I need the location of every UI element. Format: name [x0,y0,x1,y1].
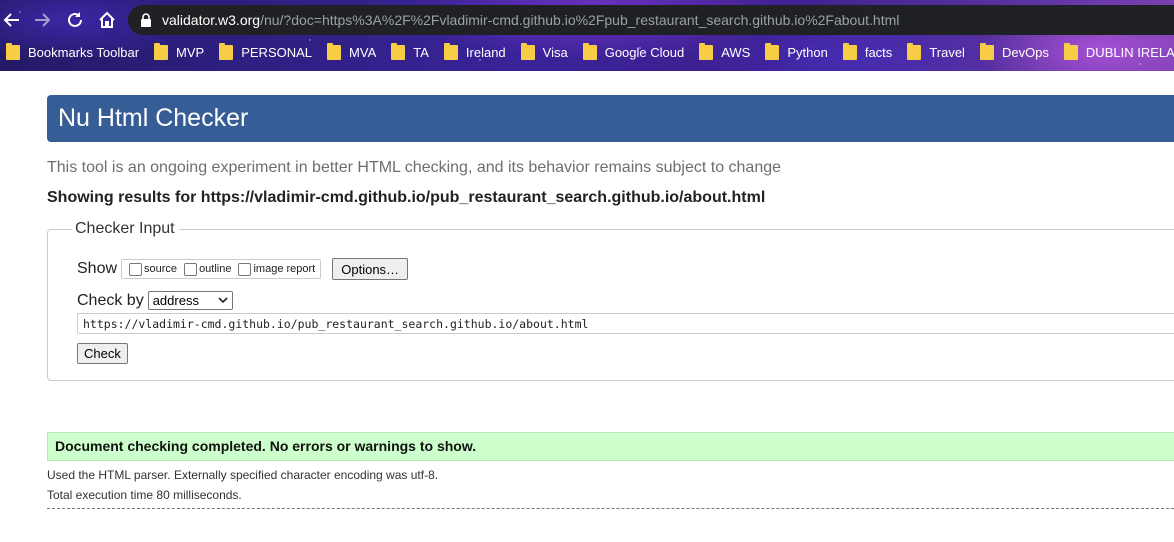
show-outline-option[interactable]: outline [180,262,232,276]
reload-button[interactable] [63,8,87,32]
bookmark-item[interactable]: DUBLIN IRELAND [1058,41,1174,63]
check-button[interactable]: Check [77,343,128,364]
bookmark-item[interactable]: MVA [321,41,385,63]
bookmark-item[interactable]: Visa [515,41,577,63]
bookmarks-bar: Bookmarks Toolbar MVP PERSONAL MVA TA Ir… [0,40,1174,64]
folder-icon [6,42,20,60]
show-options-group: source outline image report [121,259,322,279]
image-report-checkbox[interactable] [238,262,252,276]
show-source-option[interactable]: source [125,262,178,276]
page-content: Nu Html Checker This tool is an ongoing … [0,71,1174,542]
bookmark-label: Ireland [465,44,506,60]
checker-input-fieldset: Checker Input Show source outline image … [47,220,1174,381]
url-input[interactable]: https://vladimir-cmd.github.io/pub_resta… [77,313,1174,334]
chevron-down-icon [218,296,228,306]
bookmark-item[interactable]: TA [385,41,438,63]
folder-icon [699,42,714,60]
bookmark-item[interactable]: PERSONAL [213,41,321,63]
bookmark-label: Bookmarks Toolbar [28,44,140,60]
bookmark-label: AWS [721,44,751,60]
folder-icon [765,42,780,60]
source-label: source [144,263,178,275]
success-message: Document checking completed. No errors o… [47,432,1174,461]
bookmark-label: DevOps [1001,44,1049,60]
folder-icon [520,42,535,60]
browser-chrome: validator.w3.org/nu/?doc=https%3A%2F%2Fv… [0,0,1174,71]
bookmark-item[interactable]: DevOps [974,41,1058,63]
bookmark-label: Travel [929,44,965,60]
folder-icon [1063,42,1078,60]
bookmark-label: Visa [542,44,568,60]
folder-icon [327,42,342,60]
outline-label: outline [199,263,232,275]
image-report-label: image report [253,263,316,275]
folder-icon [154,42,169,60]
arrow-right-icon [35,13,51,27]
results-heading: Showing results for https://vladimir-cmd… [47,189,766,206]
folder-icon [219,42,234,60]
check-by-value: address [152,293,199,308]
bookmark-label: DUBLIN IRELAND [1085,44,1174,60]
execution-time: Total execution time 80 milliseconds. [47,488,242,502]
bookmark-label: Google Cloud [604,44,685,60]
check-by-row: Check by address [77,291,233,310]
check-by-select[interactable]: address [147,291,233,310]
bookmark-item[interactable]: AWS [693,41,759,63]
parser-info: Used the HTML parser. Externally specifi… [47,468,439,482]
bookmark-label: TA [413,44,429,60]
folder-icon [443,42,458,60]
bookmark-label: Python [787,44,828,60]
options-button[interactable]: Options… [332,258,409,280]
url-host: validator.w3.org [162,12,261,28]
forward-button[interactable] [30,8,54,32]
url-path: /nu/?doc=https%3A%2F%2Fvladimir-cmd.gith… [260,12,900,28]
home-icon [99,11,115,28]
tagline: This tool is an ongoing experiment in be… [47,159,782,176]
bookmark-label: MVA [349,44,377,60]
back-button[interactable] [0,8,24,32]
bookmark-item[interactable]: facts [837,41,901,63]
divider [47,508,1174,509]
folder-icon [391,42,406,60]
bookmark-label: MVP [176,44,205,60]
home-button[interactable] [95,8,119,32]
source-checkbox[interactable] [129,262,143,276]
arrow-left-icon [3,13,19,27]
bookmark-item[interactable]: MVP [148,41,213,63]
check-by-label: Check by [77,291,144,309]
bookmark-item[interactable]: Ireland [438,41,515,63]
lock-icon [140,13,154,27]
reload-icon [68,12,82,27]
folder-icon [842,42,857,60]
show-image-report-option[interactable]: image report [234,262,316,276]
page-title: Nu Html Checker [47,95,1174,142]
bookmark-label: PERSONAL [241,44,313,60]
bookmark-item[interactable]: Bookmarks Toolbar [0,41,148,63]
folder-icon [907,42,922,60]
folder-icon [582,42,597,60]
bookmark-item[interactable]: Python [759,41,836,63]
bookmark-label: facts [864,44,893,60]
bookmark-item[interactable]: Travel [901,41,974,63]
outline-checkbox[interactable] [184,262,198,276]
folder-icon [979,42,994,60]
bookmark-item[interactable]: Google Cloud [577,41,694,63]
checker-input-legend: Checker Input [72,220,179,238]
show-label: Show [77,260,118,277]
show-row: Show source outline image report Options… [77,258,409,280]
address-bar[interactable]: validator.w3.org/nu/?doc=https%3A%2F%2Fv… [128,5,1174,35]
